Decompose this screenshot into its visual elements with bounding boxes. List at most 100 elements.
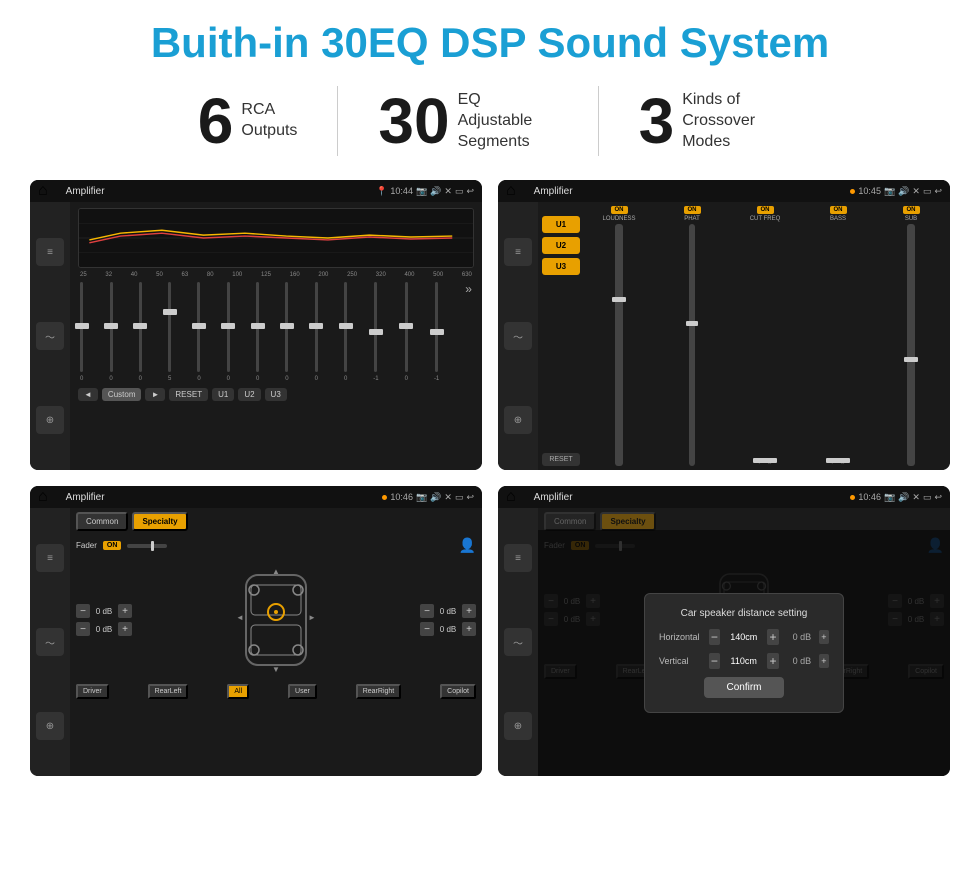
tab-specialty[interactable]: Specialty bbox=[132, 512, 187, 531]
tab-specialty-4: Specialty bbox=[600, 512, 655, 531]
back-icon: ↩ bbox=[466, 186, 474, 197]
screen-crossover-dialog: ⌂ Amplifier 10:46 📷 🔊 ✕ ▭ ↩ ≡ 〜 ⊕ bbox=[498, 486, 950, 776]
eq-slider-8: 0 bbox=[315, 282, 318, 382]
eq-slider-13: » bbox=[465, 282, 472, 382]
preset-u1[interactable]: U1 bbox=[542, 216, 580, 233]
cross-sidebar-btn3[interactable]: ⊕ bbox=[36, 712, 64, 740]
btn-copilot[interactable]: Copilot bbox=[440, 684, 476, 699]
eq-u2-btn[interactable]: U2 bbox=[238, 388, 260, 401]
eq-sidebar-btn2[interactable]: 〜 bbox=[36, 322, 64, 350]
home-icon[interactable]: ⌂ bbox=[38, 182, 48, 200]
btn-driver[interactable]: Driver bbox=[76, 684, 109, 699]
vol-br-minus[interactable]: − bbox=[420, 622, 434, 636]
screen4-time: 10:46 bbox=[858, 492, 881, 502]
cross-sidebar-btn1[interactable]: ≡ bbox=[36, 544, 64, 572]
dialog-horizontal-minus[interactable]: − bbox=[709, 629, 721, 645]
amp-sidebar-btn2[interactable]: 〜 bbox=[504, 322, 532, 350]
phat-slider[interactable] bbox=[689, 224, 695, 466]
vol-bl-minus[interactable]: − bbox=[76, 622, 90, 636]
eq-slider-0: 0 bbox=[80, 282, 83, 382]
stat-label-rca: RCAOutputs bbox=[241, 100, 297, 142]
vol-tr-plus[interactable]: + bbox=[462, 604, 476, 618]
eq-u3-btn[interactable]: U3 bbox=[265, 388, 287, 401]
home-icon-3[interactable]: ⌂ bbox=[38, 488, 48, 506]
dialog-right-plus2[interactable]: + bbox=[819, 654, 829, 668]
screen3-title: Amplifier bbox=[58, 486, 377, 508]
eq-slider-5: 0 bbox=[227, 282, 230, 382]
left-sidebar-2: ≡ 〜 ⊕ bbox=[498, 202, 538, 470]
back-icon-4: ↩ bbox=[934, 492, 942, 503]
dialog-sidebar-btn2[interactable]: 〜 bbox=[504, 628, 532, 656]
eq-slider-6: 0 bbox=[256, 282, 259, 382]
stat-number-eq: 30 bbox=[378, 89, 449, 153]
back-icon-3: ↩ bbox=[466, 492, 474, 503]
stat-rca: 6 RCAOutputs bbox=[158, 89, 338, 153]
loudness-slider[interactable] bbox=[615, 224, 623, 466]
btn-rearright[interactable]: RearRight bbox=[356, 684, 402, 699]
dialog-sidebar-btn3[interactable]: ⊕ bbox=[504, 712, 532, 740]
dialog-confirm-button[interactable]: Confirm bbox=[704, 677, 784, 698]
eq-reset-btn[interactable]: RESET bbox=[169, 388, 208, 401]
dialog-vertical-plus[interactable]: + bbox=[767, 653, 779, 669]
screen-crossover: ⌂ Amplifier 10:46 📷 🔊 ✕ ▭ ↩ ≡ 〜 ⊕ bbox=[30, 486, 482, 776]
dialog-sidebar-btn1[interactable]: ≡ bbox=[504, 544, 532, 572]
close-icon-3: ✕ bbox=[444, 492, 452, 503]
dialog-vertical-minus[interactable]: − bbox=[709, 653, 721, 669]
left-sidebar-1: ≡ 〜 ⊕ bbox=[30, 202, 70, 470]
amp-sidebar-btn3[interactable]: ⊕ bbox=[504, 406, 532, 434]
vol-tr-minus[interactable]: − bbox=[420, 604, 434, 618]
volume-icon-2: 🔊 bbox=[898, 186, 909, 197]
eq-sidebar-btn3[interactable]: ⊕ bbox=[36, 406, 64, 434]
vol-tl-minus[interactable]: − bbox=[76, 604, 90, 618]
amp-reset[interactable]: RESET bbox=[542, 453, 580, 466]
dialog-right-plus[interactable]: + bbox=[819, 630, 829, 644]
cross-sidebar-btn2[interactable]: 〜 bbox=[36, 628, 64, 656]
eq-prev-btn[interactable]: ◄ bbox=[78, 388, 98, 401]
crossover-main: Common Specialty Fader ON 👤 bbox=[70, 508, 482, 776]
vol-tl-plus[interactable]: + bbox=[118, 604, 132, 618]
screen3-content: ≡ 〜 ⊕ Common Specialty Fader ON bbox=[30, 508, 482, 776]
window-icon-3: ▭ bbox=[455, 492, 464, 503]
stat-label-crossover: Kinds ofCrossover Modes bbox=[682, 90, 782, 152]
btn-user[interactable]: User bbox=[288, 684, 317, 699]
preset-col: U1 U2 U3 RESET bbox=[542, 206, 580, 466]
stat-eq: 30 EQ AdjustableSegments bbox=[338, 89, 597, 153]
ctrl-cutfreq: ON CUT FREQ F bbox=[730, 206, 800, 466]
tab-common[interactable]: Common bbox=[76, 512, 128, 531]
phat-label: PHAT bbox=[684, 216, 700, 222]
preset-u3[interactable]: U3 bbox=[542, 258, 580, 275]
screen1-title: Amplifier bbox=[58, 180, 371, 202]
vol-br-plus[interactable]: + bbox=[462, 622, 476, 636]
crossover-main-4: Common Specialty Fader ON 👤 bbox=[538, 508, 950, 776]
eq-slider-2: 0 bbox=[139, 282, 142, 382]
home-icon-4[interactable]: ⌂ bbox=[506, 488, 516, 506]
amp-main: U1 U2 U3 RESET ON LOUDNESS bbox=[538, 202, 950, 470]
eq-slider-3: 5 bbox=[168, 282, 171, 382]
status-icons-2: 10:45 📷 🔊 ✕ ▭ ↩ bbox=[850, 186, 942, 197]
phat-on: ON bbox=[684, 206, 701, 214]
btn-rearleft[interactable]: RearLeft bbox=[148, 684, 189, 699]
eq-u1-btn[interactable]: U1 bbox=[212, 388, 234, 401]
vol-row-tl: − 0 dB + bbox=[76, 604, 132, 618]
eq-custom-btn[interactable]: Custom bbox=[102, 388, 142, 401]
preset-u2[interactable]: U2 bbox=[542, 237, 580, 254]
amp-sidebar-btn1[interactable]: ≡ bbox=[504, 238, 532, 266]
screen-equalizer: ⌂ Amplifier 📍 10:44 📷 🔊 ✕ ▭ ↩ ≡ 〜 ⊕ bbox=[30, 180, 482, 470]
eq-sidebar-btn1[interactable]: ≡ bbox=[36, 238, 64, 266]
car-area: − 0 dB + − 0 dB + bbox=[76, 560, 476, 680]
loudness-label: LOUDNESS bbox=[602, 216, 635, 222]
page-wrapper: Buith-in 30EQ DSP Sound System 6 RCAOutp… bbox=[0, 0, 980, 796]
fader-track[interactable] bbox=[127, 544, 167, 548]
dialog-horizontal-plus[interactable]: + bbox=[767, 629, 779, 645]
home-icon-2[interactable]: ⌂ bbox=[506, 182, 516, 200]
vol-bl-plus[interactable]: + bbox=[118, 622, 132, 636]
eq-play-btn[interactable]: ► bbox=[145, 388, 165, 401]
vol-br-val: 0 dB bbox=[437, 625, 459, 634]
crossover-tabs: Common Specialty bbox=[76, 512, 476, 531]
cutfreq-label: CUT FREQ bbox=[750, 216, 781, 222]
btn-all[interactable]: All bbox=[227, 684, 249, 699]
screen2-title: Amplifier bbox=[526, 180, 845, 202]
sub-slider[interactable] bbox=[907, 224, 915, 466]
screenshots-grid: ⌂ Amplifier 📍 10:44 📷 🔊 ✕ ▭ ↩ ≡ 〜 ⊕ bbox=[30, 180, 950, 776]
dot-icon-2 bbox=[850, 189, 855, 194]
